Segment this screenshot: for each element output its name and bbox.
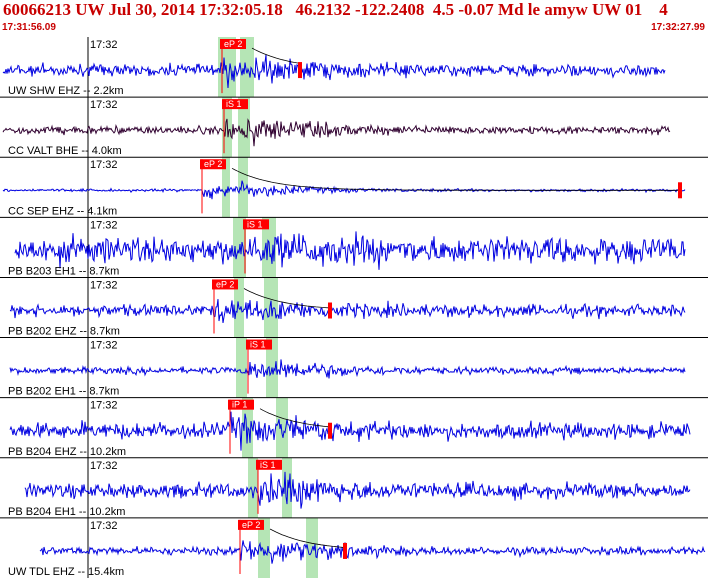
station-label: CC SEP EHZ -- 4.1km [8, 205, 117, 217]
station-label: PB B202 EH1 -- 8.7km [8, 386, 119, 398]
pick-label: iS 1 [250, 340, 266, 350]
pick-label: eP 2 [204, 159, 222, 169]
time-tick-label: 17:32 [90, 99, 118, 111]
waveform-trace [39, 540, 706, 564]
pick-window [236, 337, 247, 398]
time-tick-label: 17:32 [90, 279, 118, 291]
pick-label: iS 1 [260, 460, 276, 470]
station-label: CC VALT BHE -- 4.0km [8, 145, 122, 157]
coda-end-marker [328, 302, 332, 319]
time-tick-label: 17:32 [90, 219, 118, 231]
pick-label: iS 1 [247, 219, 263, 229]
time-tick-label: 17:32 [90, 39, 118, 51]
event-title: 60066213 UW Jul 30, 2014 17:32:05.18 46.… [3, 0, 668, 19]
pick-label: eP 2 [216, 279, 234, 289]
time-tick-label: 17:32 [90, 460, 118, 472]
time-tick-label: 17:32 [90, 520, 118, 532]
pick-label: eP 2 [224, 39, 242, 49]
coda-end-marker [298, 62, 302, 79]
station-label: PB B203 EH1 -- 8.7km [8, 265, 119, 277]
waveform-trace [2, 118, 671, 147]
time-tick-label: 17:32 [90, 340, 118, 352]
coda-curve [259, 408, 330, 428]
waveform-trace [9, 299, 686, 323]
pick-label: iS 1 [226, 99, 242, 109]
waveform-trace [9, 359, 686, 379]
time-tick-label: 17:32 [90, 159, 118, 171]
window-start-time: 17:31:56.09 [2, 22, 56, 33]
event-header: 60066213 UW Jul 30, 2014 17:32:05.18 46.… [0, 0, 708, 37]
station-label: PB B204 EHZ -- 10.2km [8, 446, 126, 458]
coda-curve [251, 47, 301, 64]
pick-label: iP 1 [232, 400, 247, 410]
pick-label: eP 2 [242, 520, 260, 530]
waveform-trace [9, 411, 691, 451]
waveform-trace [14, 231, 686, 270]
coda-end-marker [328, 422, 332, 439]
waveform-trace [24, 471, 691, 509]
time-tick-label: 17:32 [90, 400, 118, 412]
coda-end-marker [678, 182, 682, 199]
station-label: UW SHW EHZ -- 2.2km [8, 85, 124, 97]
station-label: PB B204 EH1 -- 10.2km [8, 506, 125, 518]
seismogram-panel: 17:32 eP 2 UW SHW EHZ -- 2.2km 17:32 iS 1 CC … [0, 37, 708, 578]
window-end-time: 17:32:27.99 [651, 22, 705, 33]
coda-end-marker [343, 542, 347, 559]
station-label: UW TDL EHZ -- 15.4km [8, 566, 124, 578]
waveform-trace [2, 54, 666, 89]
station-label: PB B202 EHZ -- 8.7km [8, 326, 120, 338]
